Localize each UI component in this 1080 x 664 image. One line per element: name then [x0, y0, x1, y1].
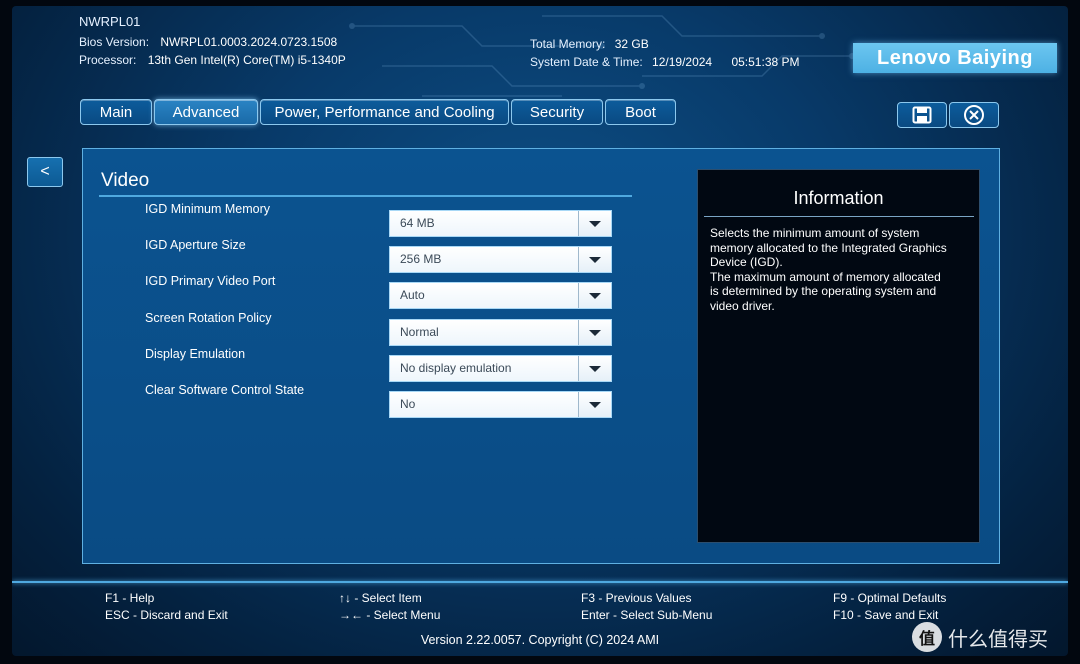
chevron-down-icon[interactable]: [578, 247, 611, 272]
memory-value: 32 GB: [614, 37, 649, 51]
datetime-label: System Date & Time:: [530, 55, 643, 69]
exit-button[interactable]: [949, 102, 999, 128]
site-watermark: 值 什么值得买: [912, 622, 1048, 652]
watermark-badge: 值: [912, 622, 942, 652]
setting-label-igd-primary-video-port: IGD Primary Video Port: [145, 274, 276, 288]
information-panel: Information Selects the minimum amount o…: [697, 169, 980, 543]
help-key-enter: Enter - Select Sub-Menu: [581, 608, 713, 622]
settings-panel: Video IGD Minimum Memory 64 MB IGD Apert…: [82, 148, 1000, 564]
help-key-select-menu: →← - Select Menu: [339, 608, 441, 622]
back-button[interactable]: <: [27, 157, 63, 187]
brand-logo: Lenovo Baiying: [853, 43, 1057, 73]
section-title: Video: [101, 170, 150, 191]
product-name: NWRPL01: [79, 14, 141, 29]
chevron-down-icon[interactable]: [578, 283, 611, 308]
setting-label-screen-rotation-policy: Screen Rotation Policy: [145, 311, 272, 325]
dropdown-value: Auto: [400, 288, 425, 302]
bios-screen: NWRPL01 Bios Version: NWRPL01.0003.2024.…: [12, 6, 1068, 656]
tab-advanced[interactable]: Advanced: [154, 99, 258, 125]
help-key-f1: F1 - Help: [105, 591, 155, 605]
dropdown-value: No: [400, 397, 416, 411]
processor-row: Processor: 13th Gen Intel(R) Core(TM) i5…: [79, 53, 346, 67]
dropdown-value: 64 MB: [400, 216, 435, 230]
setting-label-clear-software-control-state: Clear Software Control State: [145, 383, 305, 397]
time-value: 05:51:38 PM: [731, 55, 800, 69]
dropdown-igd-primary-video-port[interactable]: Auto: [389, 282, 612, 309]
chevron-down-icon[interactable]: [578, 320, 611, 345]
chevron-down-icon[interactable]: [578, 356, 611, 381]
memory-label: Total Memory:: [530, 37, 606, 51]
chevron-down-icon[interactable]: [578, 211, 611, 236]
footer-divider: [12, 581, 1068, 583]
bios-version-row: Bios Version: NWRPL01.0003.2024.0723.150…: [79, 35, 337, 49]
help-key-select-item: ↑↓ - Select Item: [339, 591, 422, 605]
watermark-text: 什么值得买: [948, 626, 1048, 651]
help-key-f9: F9 - Optimal Defaults: [833, 591, 947, 605]
version-text: Version 2.22.0057. Copyright (C) 2024 AM…: [420, 633, 660, 647]
save-icon: [912, 106, 932, 124]
help-key-f3: F3 - Previous Values: [581, 591, 692, 605]
date-value: 12/19/2024: [652, 55, 713, 69]
help-key-esc: ESC - Discard and Exit: [105, 608, 228, 622]
setting-label-igd-min-memory: IGD Minimum Memory: [145, 202, 271, 216]
dropdown-igd-min-memory[interactable]: 64 MB: [389, 210, 612, 237]
dropdown-value: 256 MB: [400, 252, 442, 266]
datetime-row: System Date & Time: 12/19/2024 05:51:38 …: [530, 55, 800, 69]
processor-label: Processor:: [79, 53, 137, 67]
memory-row: Total Memory: 32 GB: [530, 37, 649, 51]
dropdown-clear-software-control-state[interactable]: No: [389, 391, 612, 418]
dropdown-screen-rotation-policy[interactable]: Normal: [389, 319, 612, 346]
tab-power-performance-cooling[interactable]: Power, Performance and Cooling: [260, 99, 509, 125]
dropdown-display-emulation[interactable]: No display emulation: [389, 355, 612, 382]
setting-label-igd-aperture-size: IGD Aperture Size: [145, 238, 246, 252]
information-title: Information: [793, 188, 884, 208]
processor-value: 13th Gen Intel(R) Core(TM) i5-1340P: [147, 53, 346, 67]
dropdown-value: No display emulation: [400, 361, 512, 375]
save-button[interactable]: [897, 102, 947, 128]
tab-main[interactable]: Main: [80, 99, 152, 125]
setting-label-display-emulation: Display Emulation: [145, 347, 246, 361]
dropdown-igd-aperture-size[interactable]: 256 MB: [389, 246, 612, 273]
bios-version-label: Bios Version:: [79, 35, 150, 49]
section-divider: [99, 195, 632, 197]
tab-boot[interactable]: Boot: [605, 99, 676, 125]
chevron-down-icon[interactable]: [578, 392, 611, 417]
tab-security[interactable]: Security: [511, 99, 603, 125]
bios-version-value: NWRPL01.0003.2024.0723.1508: [160, 35, 338, 49]
information-divider: [704, 216, 974, 217]
close-icon: [964, 105, 984, 125]
information-text: Selects the minimum amount of system mem…: [710, 226, 947, 313]
help-key-f10: F10 - Save and Exit: [833, 608, 939, 622]
dropdown-value: Normal: [400, 325, 439, 339]
